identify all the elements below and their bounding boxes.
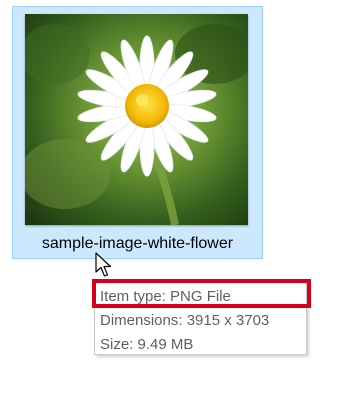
arrow-pointer-icon: [95, 252, 112, 277]
file-item[interactable]: sample-image-white-flower: [12, 6, 263, 259]
flower-image: [25, 14, 248, 225]
flower-photo-thumbnail: [25, 14, 248, 225]
explorer-view: sample-image-white-flower Item type: PNG…: [0, 0, 357, 405]
tooltip-size: Size: 9.49 MB: [100, 336, 194, 353]
file-name-label[interactable]: sample-image-white-flower: [13, 235, 262, 253]
tooltip-dimensions: Dimensions: 3915 x 3703: [100, 312, 270, 329]
tooltip-item-type: Item type: PNG File: [100, 288, 231, 305]
file-info-tooltip: Item type: PNG File Dimensions: 3915 x 3…: [94, 281, 307, 355]
